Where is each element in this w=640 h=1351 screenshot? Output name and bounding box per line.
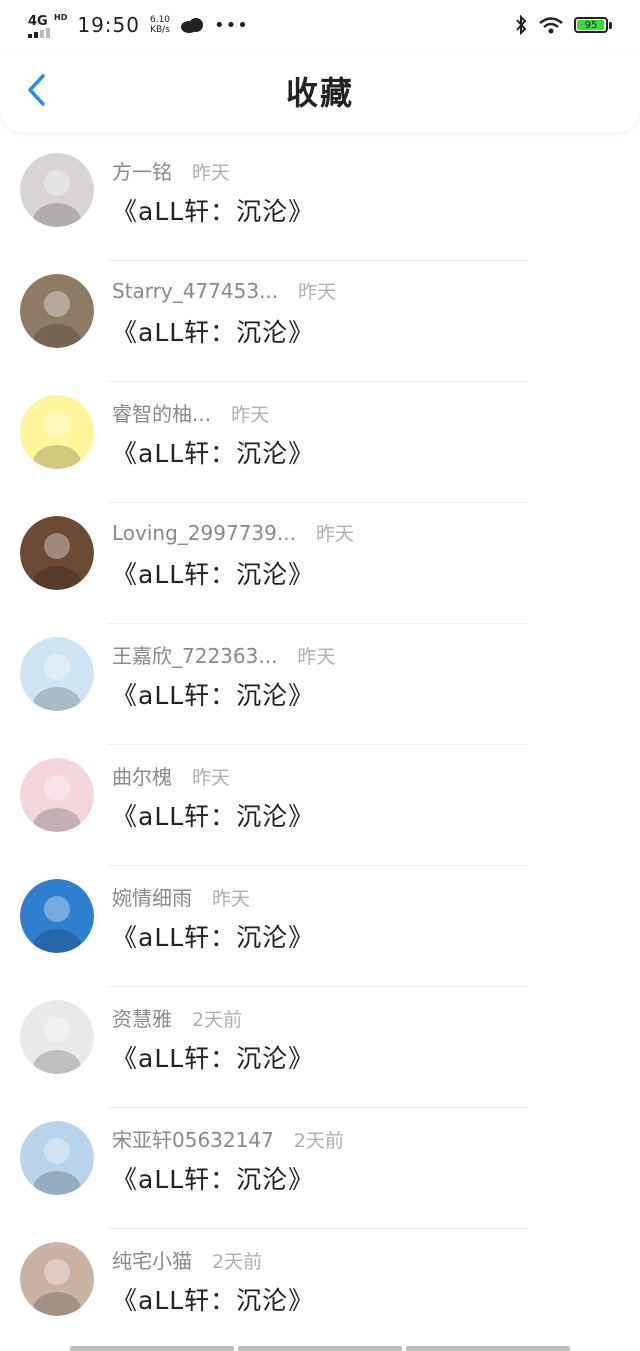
list-item[interactable]: Starry_477453... 昨天 《aLL轩：沉沦》 (0, 261, 640, 382)
time-label: 2天前 (212, 1251, 263, 1273)
name-line: 纯宅小猫 2天前 (112, 1245, 262, 1274)
avatar-image (20, 516, 94, 590)
time-label: 2天前 (192, 1009, 243, 1031)
avatar-image (20, 879, 94, 953)
time-label: 昨天 (192, 162, 231, 184)
battery-icon: 95 (574, 17, 608, 33)
user-name[interactable]: 宋亚轩05632147 (112, 1124, 274, 1153)
favorite-title[interactable]: 《aLL轩：沉沦》 (112, 313, 314, 349)
bottom-scroll-indicator (70, 1346, 570, 1351)
avatar-image (20, 1121, 94, 1195)
wifi-icon (539, 17, 563, 34)
avatar-image (20, 1000, 94, 1074)
favorite-title[interactable]: 《aLL轩：沉沦》 (112, 918, 314, 954)
list-item[interactable]: Loving_2997739... 昨天 《aLL轩：沉沦》 (0, 503, 640, 624)
back-button[interactable] (18, 70, 54, 110)
list-item[interactable]: 纯宅小猫 2天前 《aLL轩：沉沦》 (0, 1229, 640, 1350)
indicator-segment (238, 1346, 402, 1351)
name-line: 婉情细雨 昨天 (112, 882, 250, 911)
network-sub: HD (54, 12, 68, 22)
bluetooth-icon (516, 15, 527, 35)
status-left: 4G HD 19:50 6.10 KB/s ••• (28, 13, 249, 38)
name-line: 王嘉欣_722363... 昨天 (112, 640, 335, 669)
time-label: 昨天 (297, 646, 336, 668)
user-name[interactable]: 王嘉欣_722363... (112, 640, 277, 669)
name-line: Starry_477453... 昨天 (112, 277, 336, 304)
more-dots-icon: ••• (214, 14, 249, 36)
user-name[interactable]: 资慧雅 (112, 1003, 172, 1032)
favorites-list: 方一铭 昨天 《aLL轩：沉沦》 Starry_477453... 昨天 《aL… (0, 140, 640, 1350)
avatar[interactable] (20, 274, 94, 348)
net-speed-value: 6.10 (149, 15, 171, 25)
avatar[interactable] (20, 879, 94, 953)
list-item[interactable]: 方一铭 昨天 《aLL轩：沉沦》 (0, 140, 640, 261)
time-label: 昨天 (231, 404, 270, 426)
avatar-image (20, 153, 94, 227)
name-line: Loving_2997739... 昨天 (112, 519, 354, 546)
avatar-image (20, 395, 94, 469)
user-name[interactable]: 方一铭 (112, 156, 172, 185)
list-item[interactable]: 睿智的柚... 昨天 《aLL轩：沉沦》 (0, 382, 640, 503)
favorite-title[interactable]: 《aLL轩：沉沦》 (112, 1281, 314, 1317)
time-label: 昨天 (315, 523, 354, 545)
name-line: 资慧雅 2天前 (112, 1003, 242, 1032)
favorite-title[interactable]: 《aLL轩：沉沦》 (112, 555, 314, 591)
user-name[interactable]: Loving_2997739... (112, 521, 296, 545)
name-line: 睿智的柚... 昨天 (112, 398, 269, 427)
avatar[interactable] (20, 1242, 94, 1316)
user-name[interactable]: 婉情细雨 (112, 882, 192, 911)
status-bar: 4G HD 19:50 6.10 KB/s ••• 95 (0, 0, 640, 50)
favorite-title[interactable]: 《aLL轩：沉沦》 (112, 434, 314, 470)
clock: 19:50 (77, 13, 140, 37)
list-item[interactable]: 王嘉欣_722363... 昨天 《aLL轩：沉沦》 (0, 624, 640, 745)
status-right: 95 (514, 15, 612, 35)
user-name[interactable]: 曲尔槐 (112, 761, 172, 790)
avatar[interactable] (20, 637, 94, 711)
time-label: 昨天 (298, 281, 337, 303)
signal-indicator: 4G HD (28, 13, 67, 38)
avatar-image (20, 758, 94, 832)
battery-level: 95 (584, 19, 598, 31)
favorite-title[interactable]: 《aLL轩：沉沦》 (112, 1039, 314, 1075)
list-item[interactable]: 婉情细雨 昨天 《aLL轩：沉沦》 (0, 866, 640, 987)
user-name[interactable]: 纯宅小猫 (112, 1245, 192, 1274)
avatar[interactable] (20, 395, 94, 469)
list-item[interactable]: 曲尔槐 昨天 《aLL轩：沉沦》 (0, 745, 640, 866)
indicator-segment (70, 1346, 234, 1351)
favorite-title[interactable]: 《aLL轩：沉沦》 (112, 676, 314, 712)
favorite-title[interactable]: 《aLL轩：沉沦》 (112, 1160, 314, 1196)
page-title: 收藏 (285, 74, 354, 112)
network-type: 4G (28, 13, 48, 29)
net-speed: 6.10 KB/s (150, 15, 170, 35)
name-line: 宋亚轩05632147 2天前 (112, 1124, 344, 1153)
avatar[interactable] (20, 1121, 94, 1195)
signal-bars-icon (28, 27, 50, 38)
indicator-segment (406, 1346, 570, 1351)
avatar-image (20, 637, 94, 711)
time-label: 昨天 (212, 888, 251, 910)
header-bar: 收藏 (0, 50, 640, 132)
avatar[interactable] (20, 153, 94, 227)
user-name[interactable]: 睿智的柚... (112, 398, 211, 427)
list-item[interactable]: 资慧雅 2天前 《aLL轩：沉沦》 (0, 987, 640, 1108)
chevron-left-icon (28, 74, 45, 106)
cloud-icon (181, 18, 204, 33)
name-line: 曲尔槐 昨天 (112, 761, 230, 790)
avatar[interactable] (20, 1000, 94, 1074)
favorite-title[interactable]: 《aLL轩：沉沦》 (112, 797, 314, 833)
avatar[interactable] (20, 758, 94, 832)
avatar-image (20, 1242, 94, 1316)
user-name[interactable]: Starry_477453... (112, 279, 278, 303)
name-line: 方一铭 昨天 (112, 156, 230, 185)
avatar[interactable] (20, 516, 94, 590)
net-speed-unit: KB/s (150, 25, 170, 35)
list-item[interactable]: 宋亚轩05632147 2天前 《aLL轩：沉沦》 (0, 1108, 640, 1229)
time-label: 昨天 (192, 767, 231, 789)
time-label: 2天前 (293, 1130, 344, 1152)
battery-tip (609, 21, 612, 29)
avatar-image (20, 274, 94, 348)
favorite-title[interactable]: 《aLL轩：沉沦》 (112, 192, 314, 228)
